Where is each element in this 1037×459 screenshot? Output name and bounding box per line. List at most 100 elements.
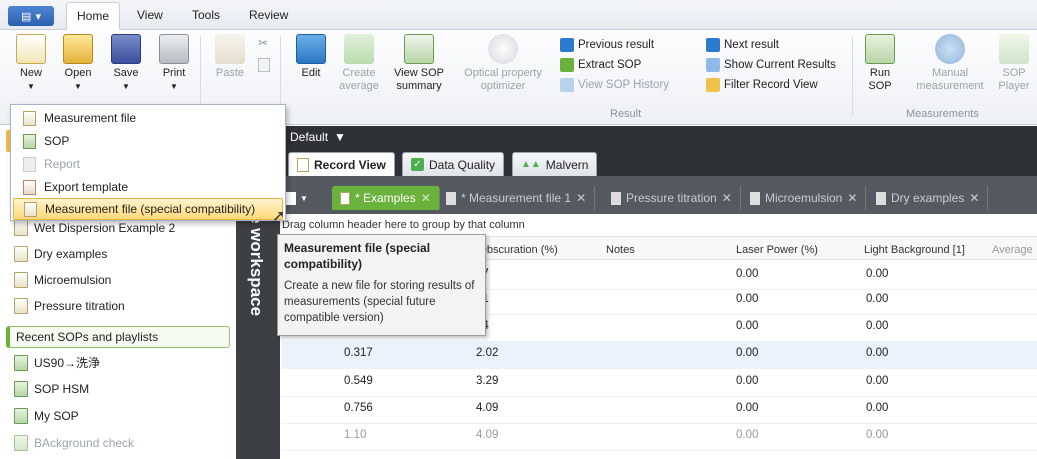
table-row[interactable]: 0.549 3.29 0.00 0.00 bbox=[282, 369, 1037, 397]
new-button[interactable]: New ▼ bbox=[14, 34, 48, 93]
table-cell: 0.00 bbox=[736, 268, 759, 280]
optical-optimizer-icon bbox=[488, 34, 518, 64]
next-result-button[interactable]: Next result bbox=[706, 36, 846, 54]
sop-player-button[interactable]: SOP Player bbox=[996, 34, 1032, 93]
tab-malvern[interactable]: ▲▲ Malvern bbox=[512, 152, 598, 176]
file-icon bbox=[14, 220, 28, 236]
list-item[interactable]: SOP HSM bbox=[14, 381, 89, 397]
menu-item-measurement-file[interactable]: Measurement file bbox=[13, 107, 283, 129]
list-item[interactable]: Pressure titration bbox=[14, 298, 125, 314]
tooltip: Measurement file (special compatibility)… bbox=[277, 234, 486, 336]
file-icon bbox=[23, 110, 36, 126]
list-item[interactable]: My SOP bbox=[14, 408, 79, 424]
close-icon[interactable]: ✕ bbox=[722, 191, 732, 205]
file-tab-pressure-titration[interactable]: Pressure titration ✕ bbox=[603, 186, 741, 210]
file-tab-dry-examples[interactable]: Dry examples ✕ bbox=[868, 186, 989, 210]
print-button[interactable]: Print ▼ bbox=[154, 34, 194, 93]
create-average-button[interactable]: Create average bbox=[335, 34, 383, 93]
table-row[interactable]: 0.756 4.09 0.00 0.00 bbox=[282, 396, 1037, 424]
close-icon[interactable]: ✕ bbox=[969, 191, 979, 205]
tab-strip-divider bbox=[280, 176, 1037, 184]
file-icon bbox=[14, 246, 28, 262]
table-cell: 0.00 bbox=[736, 375, 759, 387]
tooltip-title: Measurement file (special compatibility) bbox=[284, 241, 431, 271]
sop-summary-icon bbox=[404, 34, 434, 64]
menu-item-export-template[interactable]: Export template bbox=[13, 176, 283, 198]
file-icon bbox=[297, 157, 309, 172]
show-current-results-button[interactable]: Show Current Results bbox=[706, 56, 846, 74]
list-item[interactable]: US90→洗浄 bbox=[14, 354, 100, 371]
table-cell: 0.00 bbox=[736, 429, 759, 441]
floppy-disk-icon bbox=[111, 34, 141, 64]
sop-player-label: SOP Player bbox=[998, 67, 1030, 92]
table-cell: 0.549 bbox=[344, 375, 373, 387]
list-item-label: SOP HSM bbox=[34, 382, 90, 396]
list-item[interactable]: Microemulsion bbox=[14, 272, 111, 288]
table-cell: 1.10 bbox=[344, 429, 367, 441]
file-tab-microemulsion[interactable]: Microemulsion ✕ bbox=[742, 186, 867, 210]
copy-icon[interactable] bbox=[258, 58, 270, 72]
tab-label: * Measurement file 1 bbox=[461, 191, 572, 205]
new-tab-button[interactable]: ▼ bbox=[286, 186, 314, 210]
view-sop-summary-button[interactable]: View SOP summary bbox=[390, 34, 448, 93]
menu-item-label: SOP bbox=[44, 134, 70, 148]
extract-sop-button[interactable]: Extract SOP bbox=[560, 56, 690, 74]
column-header[interactable]: Notes bbox=[606, 244, 635, 256]
extract-sop-label: Extract SOP bbox=[578, 59, 642, 71]
tab-home[interactable]: Home bbox=[66, 2, 121, 31]
tab-label: Pressure titration bbox=[626, 191, 717, 205]
column-header[interactable]: Average bbox=[992, 244, 1033, 256]
file-tab-measurement-file-1[interactable]: * Measurement file 1 ✕ bbox=[438, 186, 596, 210]
paste-button[interactable]: Paste bbox=[210, 34, 250, 80]
tab-review[interactable]: Review bbox=[249, 8, 288, 22]
column-header[interactable]: Light Background [1] bbox=[864, 244, 965, 256]
open-button[interactable]: Open ▼ bbox=[58, 34, 98, 93]
tab-label: Data Quality bbox=[429, 157, 496, 172]
close-icon[interactable]: ✕ bbox=[576, 191, 586, 205]
optical-property-optimizer-button[interactable]: Optical property optimizer bbox=[454, 34, 552, 93]
tooltip-description: Create a new file for storing results of… bbox=[284, 280, 475, 324]
list-item-label: Pressure titration bbox=[34, 299, 125, 313]
tab-label: Microemulsion bbox=[765, 191, 843, 205]
mouse-cursor-icon: ➚ bbox=[272, 208, 286, 225]
view-sop-history-button[interactable]: View SOP History bbox=[560, 76, 690, 94]
menu-item-measurement-file-special[interactable]: Measurement file (special compatibility) bbox=[13, 198, 283, 220]
tab-data-quality[interactable]: ✓ Data Quality bbox=[402, 152, 505, 176]
extract-icon bbox=[560, 58, 574, 72]
chevron-down-icon: ▼ bbox=[122, 82, 130, 91]
file-tab-examples[interactable]: * Examples ✕ bbox=[332, 186, 440, 210]
result-group-label: Result bbox=[610, 108, 642, 120]
tab-view[interactable]: View bbox=[137, 8, 163, 22]
table-cell: 0.00 bbox=[866, 375, 889, 387]
menu-item-report[interactable]: Report bbox=[13, 153, 283, 175]
application-menu-button[interactable]: ▤ ▾ bbox=[8, 6, 54, 26]
cut-icon[interactable]: ✂ bbox=[258, 36, 268, 50]
tab-tools[interactable]: Tools bbox=[192, 8, 220, 22]
new-dropdown-menu: Measurement file SOP Report Export templ… bbox=[10, 104, 286, 221]
filter-record-view-button[interactable]: Filter Record View bbox=[706, 76, 846, 94]
menu-item-sop[interactable]: SOP bbox=[13, 130, 283, 152]
close-icon[interactable]: ✕ bbox=[421, 191, 431, 205]
column-header[interactable]: Laser Power (%) bbox=[736, 244, 818, 256]
tab-record-view[interactable]: Record View bbox=[288, 152, 395, 176]
list-item[interactable]: Wet Dispersion Example 2 bbox=[14, 220, 175, 236]
table-cell: 0.00 bbox=[866, 293, 889, 305]
file-icon bbox=[446, 191, 456, 205]
save-label: Save bbox=[113, 67, 139, 79]
manual-measurement-button[interactable]: Manual measurement bbox=[914, 34, 986, 93]
average-icon bbox=[344, 34, 374, 64]
file-icon bbox=[876, 191, 886, 205]
edit-button[interactable]: Edit bbox=[294, 34, 328, 80]
table-row[interactable]: 0.317 2.02 0.00 0.00 bbox=[282, 341, 1037, 369]
result-group: Previous result Extract SOP View SOP His… bbox=[560, 36, 690, 94]
list-item[interactable]: BAckground check bbox=[14, 435, 134, 451]
list-item[interactable]: Dry examples bbox=[14, 246, 107, 262]
save-button[interactable]: Save ▼ bbox=[106, 34, 146, 93]
table-cell: 0.00 bbox=[736, 320, 759, 332]
previous-result-button[interactable]: Previous result bbox=[560, 36, 690, 54]
recent-sops-header[interactable]: Recent SOPs and playlists bbox=[6, 326, 230, 348]
run-sop-button[interactable]: Run SOP bbox=[862, 34, 898, 93]
table-row[interactable]: 1.10 4.09 0.00 0.00 bbox=[282, 423, 1037, 451]
workspace-selector[interactable]: Default ▼ bbox=[290, 130, 346, 144]
close-icon[interactable]: ✕ bbox=[847, 191, 857, 205]
